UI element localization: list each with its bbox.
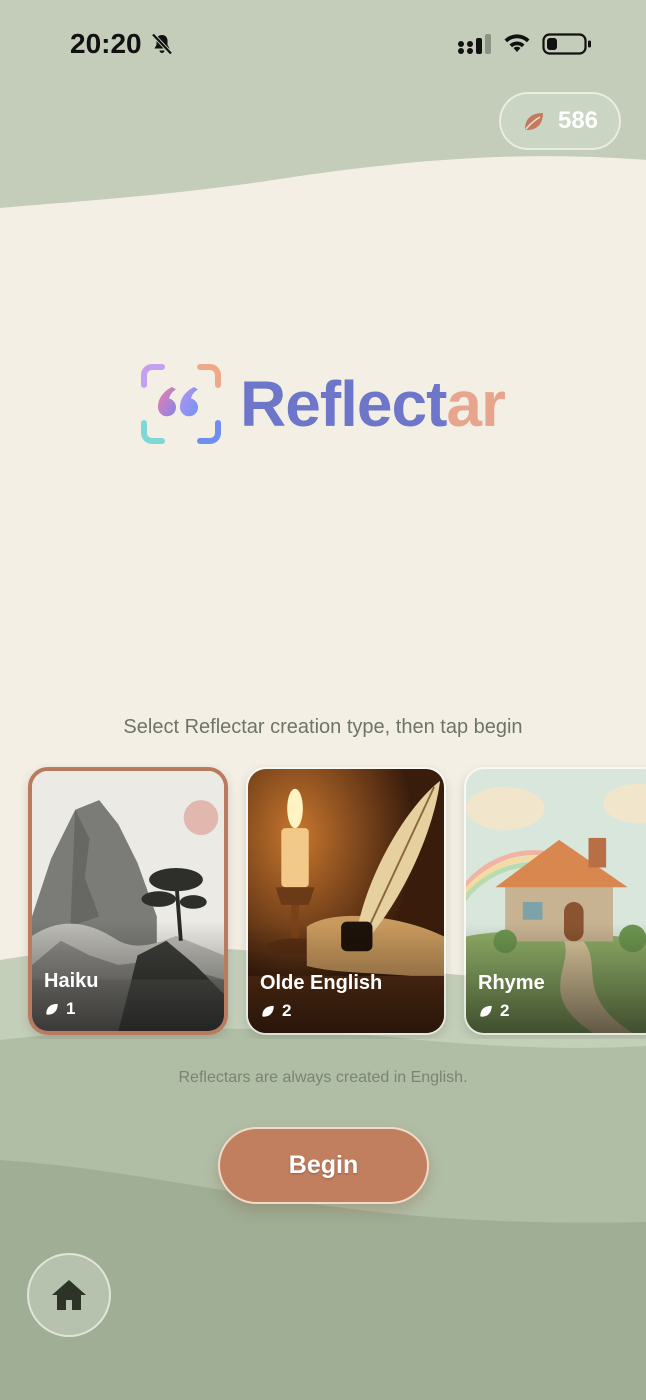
card-title: Olde English (260, 972, 383, 994)
status-bar: 20:20 (0, 0, 646, 90)
creation-type-card-olde-english[interactable]: Olde English 2 (246, 767, 446, 1035)
wifi-icon (504, 34, 530, 52)
card-cost: 1 (44, 999, 75, 1019)
begin-button[interactable]: Begin (218, 1127, 429, 1204)
creation-type-carousel[interactable]: Haiku 1 Olde English 2 Rhyme 2 (0, 764, 646, 1039)
leaf-icon (524, 113, 543, 130)
leaf-icon (46, 1003, 58, 1015)
app-logo: Reflectar (140, 362, 510, 446)
signal-icon (458, 34, 491, 54)
leaf-icon (480, 1005, 492, 1017)
battery-icon (542, 33, 591, 55)
quote-frame-logo-icon (141, 364, 221, 444)
card-title: Haiku (44, 970, 99, 992)
leaf-balance-badge[interactable]: 586 (499, 92, 621, 150)
instruction-text: Select Reflectar creation type, then tap… (123, 716, 523, 738)
bell-muted-icon (151, 33, 173, 55)
home-icon (52, 1280, 86, 1310)
creation-type-card-rhyme[interactable]: Rhyme 2 (464, 767, 646, 1035)
language-note: Reflectars are always created in English… (178, 1069, 468, 1086)
leaf-icon (262, 1005, 274, 1017)
card-cost: 2 (478, 1001, 509, 1021)
creation-type-card-haiku[interactable]: Haiku 1 (28, 767, 228, 1035)
app-logo-wordmark: Reflectar (240, 368, 506, 440)
card-cost: 2 (260, 1001, 291, 1021)
home-button[interactable] (27, 1253, 111, 1337)
card-title: Rhyme (478, 972, 545, 994)
leaf-balance-count: 586 (557, 107, 599, 134)
status-time: 20:20 (70, 28, 142, 59)
